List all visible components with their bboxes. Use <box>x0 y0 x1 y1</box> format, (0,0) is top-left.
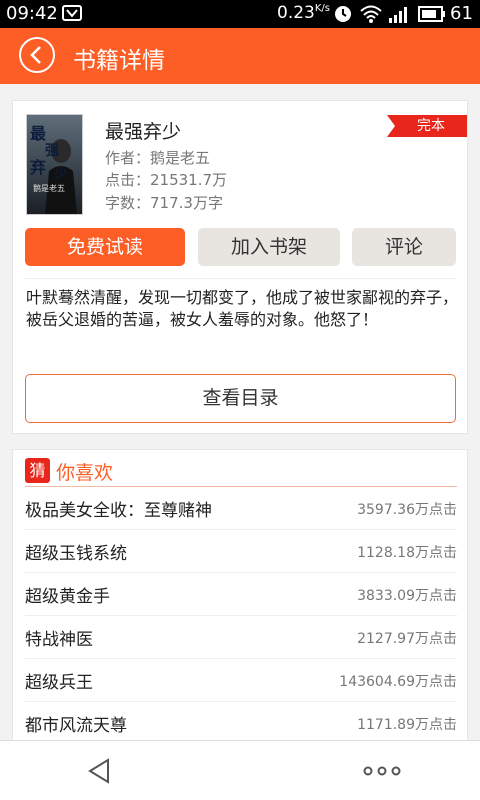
navigation-bar <box>0 740 480 800</box>
network-speed-value: 0.23 <box>277 3 315 23</box>
divider <box>25 278 457 279</box>
signal-icon <box>388 4 410 29</box>
notification-icon <box>62 4 82 27</box>
list-item-title: 都市风流天尊 <box>25 716 127 736</box>
free-read-button[interactable]: 免费试读 <box>25 228 185 266</box>
network-speed-unit: K/s <box>314 3 330 14</box>
more-icon[interactable] <box>362 763 402 779</box>
svg-text:少: 少 <box>54 165 67 180</box>
list-item-title: 特战神医 <box>25 630 93 650</box>
svg-text:强: 强 <box>45 143 59 159</box>
status-time: 09:42 <box>6 3 58 24</box>
list-item-clicks: 1171.89万点击 <box>357 717 457 733</box>
list-item[interactable]: 超级玉钱系统 1128.18万点击 <box>13 530 467 573</box>
book-detail-card: 最 强 弃 少 鹅是老五 最强弃少 作者：鹅是老五 点击：21531.7万 字数… <box>12 100 468 434</box>
list-item[interactable]: 超级黄金手 3833.09万点击 <box>13 573 467 616</box>
app-bar: 书籍详情 <box>0 28 480 84</box>
network-speed: 0.23K/s <box>277 3 330 23</box>
comment-button[interactable]: 评论 <box>352 228 456 266</box>
list-item[interactable]: 特战神医 2127.97万点击 <box>13 616 467 659</box>
add-to-shelf-button[interactable]: 加入书架 <box>198 228 340 266</box>
status-bar: 09:42 0.23K/s 61 <box>0 0 480 28</box>
book-description: 叶默蓦然清醒，发现一切都变了，他成了被世家鄙视的弃子，被岳父退婚的苦逼，被女人羞… <box>26 288 459 329</box>
list-item-clicks: 3833.09万点击 <box>357 588 457 604</box>
list-item-clicks: 143604.69万点击 <box>339 674 457 690</box>
nav-back-icon[interactable] <box>86 757 112 785</box>
battery-icon <box>418 4 446 29</box>
view-catalog-button[interactable]: 查看目录 <box>25 374 456 423</box>
page-title: 书籍详情 <box>73 48 165 74</box>
book-cover[interactable]: 最 强 弃 少 鹅是老五 <box>26 114 83 215</box>
list-item-clicks: 3597.36万点击 <box>357 502 457 518</box>
recommend-title: 你喜欢 <box>56 462 114 484</box>
chevron-left-icon <box>30 46 41 64</box>
back-button[interactable] <box>19 37 55 73</box>
guess-badge: 猜 <box>25 458 50 483</box>
list-item-title: 极品美女全收：至尊赌神 <box>25 501 212 521</box>
svg-text:弃: 弃 <box>30 158 46 177</box>
list-item-clicks: 2127.97万点击 <box>357 631 457 647</box>
list-item-title: 超级玉钱系统 <box>25 544 127 564</box>
list-item-title: 超级兵王 <box>25 673 93 693</box>
book-clicks: 点击：21531.7万 <box>105 171 228 189</box>
book-author: 作者：鹅是老五 <box>105 149 211 167</box>
recommend-card: 猜 你喜欢 极品美女全收：至尊赌神 3597.36万点击 超级玉钱系统 1128… <box>12 449 468 749</box>
list-item-title: 超级黄金手 <box>25 587 110 607</box>
book-word-count: 字数：717.3万字 <box>105 194 223 212</box>
list-item[interactable]: 都市风流天尊 1171.89万点击 <box>13 702 467 745</box>
alarm-icon <box>333 4 353 29</box>
svg-text:鹅是老五: 鹅是老五 <box>33 183 65 193</box>
recommend-list: 极品美女全收：至尊赌神 3597.36万点击 超级玉钱系统 1128.18万点击… <box>13 487 467 745</box>
wifi-icon <box>360 4 382 29</box>
list-item[interactable]: 极品美女全收：至尊赌神 3597.36万点击 <box>13 487 467 530</box>
svg-text:最: 最 <box>30 124 47 143</box>
list-item-clicks: 1128.18万点击 <box>357 545 457 561</box>
book-title: 最强弃少 <box>105 121 182 143</box>
status-badge: 完本 <box>387 115 467 137</box>
battery-level: 61 <box>450 3 473 24</box>
list-item[interactable]: 超级兵王 143604.69万点击 <box>13 659 467 702</box>
